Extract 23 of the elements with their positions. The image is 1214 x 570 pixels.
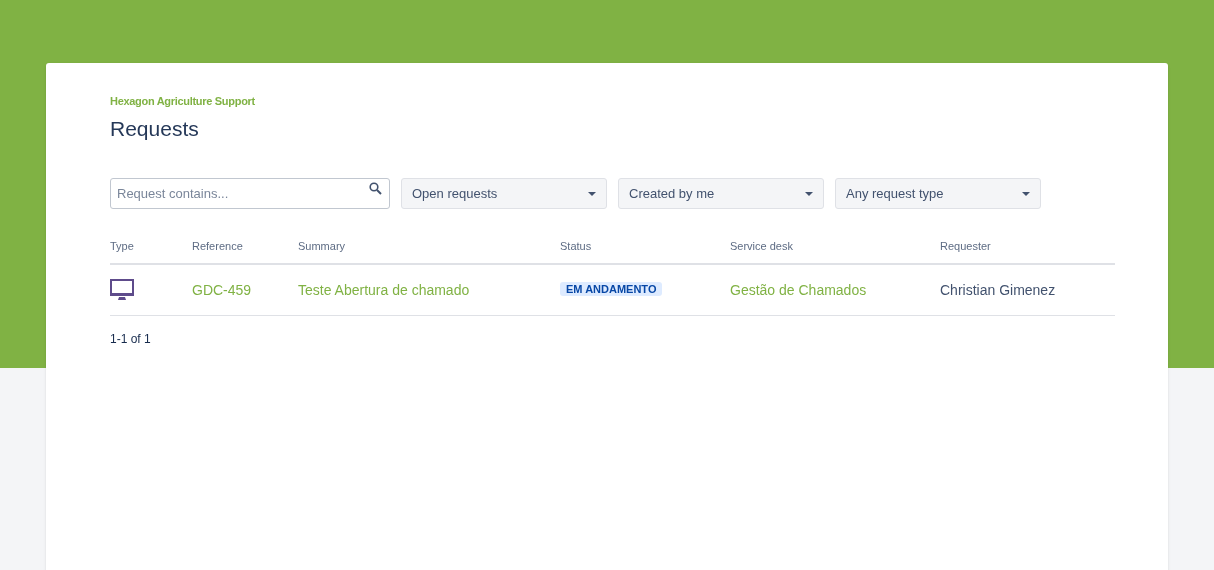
column-header: Status [560, 240, 592, 252]
column-header: Summary [298, 240, 346, 252]
pagination-count: 1-1 of 1 [110, 331, 152, 348]
caret-icon [588, 191, 596, 196]
column-header: Service desk [730, 240, 793, 252]
filter-dropdown[interactable]: Open requests [401, 178, 607, 209]
caret-icon [1022, 191, 1030, 196]
requester-name: Christian Gimenez [940, 281, 1056, 298]
filter-dropdown[interactable]: Created by me [618, 178, 824, 209]
summary-link[interactable]: Teste Abertura de chamado [298, 281, 470, 298]
status-lozenge: EM ANDAMENTO [560, 282, 663, 296]
monitor-icon [110, 279, 134, 301]
reference-link[interactable]: GDC-459 [192, 281, 252, 298]
search-field[interactable]: Request contains... [110, 178, 390, 209]
search-icon [369, 182, 382, 195]
filter-dropdown[interactable]: Any request type [835, 178, 1041, 209]
column-header: Reference [192, 240, 243, 252]
service-desk-link[interactable]: Gestão de Chamados [730, 281, 867, 298]
page-title: Requests [110, 115, 200, 142]
portal-name[interactable]: Hexagon Agriculture Support [110, 93, 1104, 110]
caret-icon [805, 191, 813, 196]
column-header: Requester [940, 240, 991, 252]
column-header: Type [110, 240, 134, 252]
